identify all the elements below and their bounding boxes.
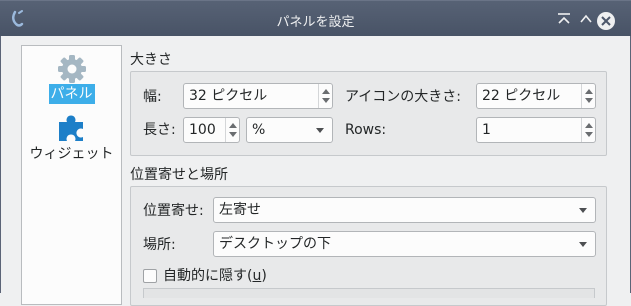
rows-label: Rows:: [345, 122, 387, 138]
spin-arrows[interactable]: [225, 118, 239, 142]
width-spinbox[interactable]: 32 ピクセル: [183, 83, 333, 109]
alignment-label: 位置寄せ:: [143, 203, 204, 219]
sidebar-item-label: パネル: [48, 84, 95, 104]
chevron-down-icon: [579, 242, 587, 247]
shade-icon[interactable]: [578, 11, 594, 27]
autohide-label-text: 自動的に隠す(: [163, 268, 253, 284]
spin-up-icon[interactable]: [322, 89, 330, 94]
spin-down-icon[interactable]: [585, 132, 593, 137]
length-label: 長さ:: [143, 122, 176, 138]
partial-groupbox: [143, 288, 595, 298]
sidebar-item-label: ウィジェット: [29, 146, 114, 162]
position-section-title: 位置寄せと場所: [130, 167, 228, 183]
spin-up-icon[interactable]: [585, 123, 593, 128]
icon-size-label: アイコンの大きさ:: [345, 89, 462, 105]
title-bar[interactable]: パネルを設定: [0, 0, 631, 36]
rows-spinbox[interactable]: 1: [476, 117, 596, 143]
window-title: パネルを設定: [276, 15, 355, 30]
location-value: デスクトップの下: [219, 236, 331, 252]
gear-icon: [57, 55, 86, 83]
autohide-mnemonic: u: [252, 268, 262, 284]
spin-arrows[interactable]: [581, 84, 595, 108]
category-sidebar: パネル ウィジェット: [21, 45, 122, 305]
keep-above-icon[interactable]: [556, 11, 572, 27]
sidebar-item-widgets[interactable]: ウィジェット: [22, 112, 121, 164]
spin-up-icon[interactable]: [229, 123, 237, 128]
length-value: 100: [189, 122, 216, 138]
close-icon[interactable]: [597, 12, 615, 30]
chevron-down-icon: [579, 208, 587, 213]
spin-arrows[interactable]: [318, 84, 332, 108]
alignment-select[interactable]: 左寄せ: [213, 197, 596, 223]
alignment-value: 左寄せ: [219, 202, 261, 218]
spin-down-icon[interactable]: [229, 132, 237, 137]
sidebar-item-panel[interactable]: パネル: [22, 54, 121, 104]
icon-size-spinbox[interactable]: 22 ピクセル: [476, 83, 596, 109]
spin-down-icon[interactable]: [322, 98, 330, 103]
spin-up-icon[interactable]: [585, 89, 593, 94]
width-label: 幅:: [143, 89, 162, 105]
spin-down-icon[interactable]: [585, 98, 593, 103]
puzzle-piece-icon: [58, 115, 83, 141]
chevron-down-icon: [316, 128, 324, 133]
length-unit-value: %: [252, 122, 266, 138]
size-section-title: 大きさ: [130, 52, 172, 68]
location-select[interactable]: デスクトップの下: [213, 231, 596, 257]
spin-arrows[interactable]: [581, 118, 595, 142]
window-frame-left: [0, 36, 1, 293]
length-unit-select[interactable]: %: [246, 117, 333, 143]
width-value: 32 ピクセル: [189, 88, 268, 104]
icon-size-value: 22 ピクセル: [482, 88, 561, 104]
autohide-label[interactable]: 自動的に隠す(u): [163, 267, 267, 285]
autohide-checkbox[interactable]: [143, 269, 157, 283]
length-spinbox[interactable]: 100: [183, 117, 240, 143]
autohide-label-suffix: ): [261, 268, 267, 284]
location-label: 場所:: [143, 237, 176, 253]
rows-value: 1: [482, 122, 491, 138]
